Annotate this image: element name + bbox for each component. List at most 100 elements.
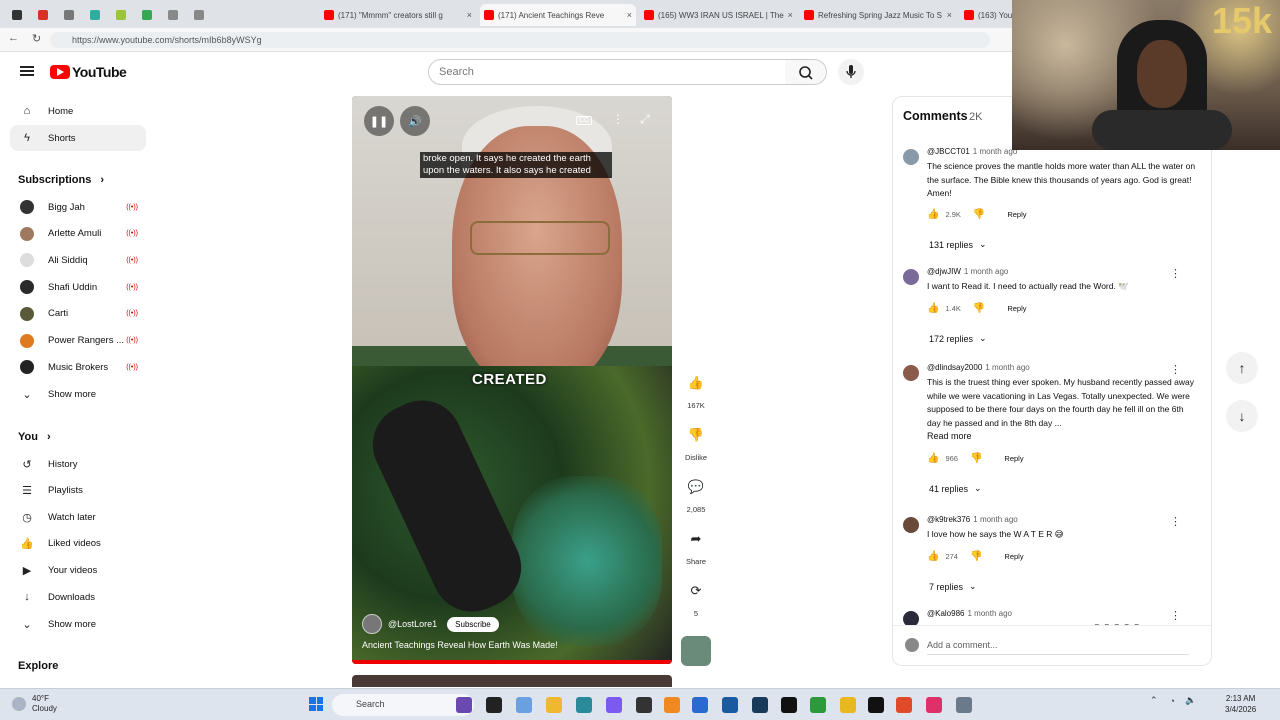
read-more-link[interactable]: Read more [927,431,972,441]
sidebar-item-liked-videos[interactable]: 👍 Liked videos [10,531,146,557]
voice-search-button[interactable] [838,59,864,85]
dislike-comment-icon[interactable]: 👎 [970,551,982,562]
like-comment-icon[interactable]: 👍 [927,551,939,562]
sound-thumbnail[interactable] [681,636,711,666]
browser-tab[interactable] [60,4,82,26]
windows-start-icon[interactable] [309,697,323,711]
youtube-logo-text[interactable]: YouTube [72,64,127,80]
volume-button[interactable]: 🔊 [400,106,430,136]
dislike-comment-icon[interactable]: 👎 [973,209,985,220]
previous-short-button[interactable]: ↑ [1226,352,1258,384]
channel-name[interactable]: @LostLore1 [388,619,437,629]
browser-tab[interactable]: (163) You× [960,4,1012,26]
view-replies-button[interactable]: 41 replies ⌄ [929,483,982,494]
steam2-icon[interactable] [752,697,768,713]
sidebar-item-playlists[interactable]: ☰ Playlists [10,478,146,504]
system-tray[interactable]: ⌃ ◔ 🔈 [1150,695,1196,706]
folder-icon[interactable] [546,697,562,713]
sidebar-item-home[interactable]: ⌂ Home [10,98,146,124]
like-comment-icon[interactable]: 👍 [927,209,939,220]
close-tab-icon[interactable]: × [463,10,472,20]
dislike-button[interactable]: 👎 [681,420,711,450]
sidebar-subscription[interactable]: Bigg Jah ((•)) [10,194,146,220]
browser-tab[interactable] [34,4,56,26]
sidebar-item-shorts[interactable]: ϟ Shorts [10,125,146,151]
commenter-avatar[interactable] [903,149,919,165]
fullscreen-icon[interactable]: ⤢ [640,112,650,127]
comment-menu-icon[interactable]: ⋮ [1170,515,1181,528]
add-comment-input[interactable]: Add a comment... [927,640,1189,655]
back-icon[interactable]: ← [8,32,19,44]
capcut-icon[interactable] [926,697,942,713]
reply-button[interactable]: Reply [1004,454,1023,463]
sidebar-subscription[interactable]: Ali Siddiq ((•)) [10,247,146,273]
browser-tab[interactable] [190,4,212,26]
view-replies-button[interactable]: 7 replies ⌄ [929,581,977,592]
commenter-avatar[interactable] [903,269,919,285]
rockstar-icon[interactable] [840,697,856,713]
store-icon[interactable] [692,697,708,713]
comment-menu-icon[interactable]: ⋮ [1170,363,1181,376]
short-video-player[interactable]: ❚❚ 🔊 CC ⋮ ⤢ broke open. It says he creat… [352,96,672,664]
video-progress-bar[interactable] [352,660,672,664]
browser-tab[interactable]: (171) Ancient Teachings Reve × [480,4,636,26]
youtube-logo-icon[interactable] [50,65,70,79]
browser-tab[interactable] [8,4,30,26]
comment-author[interactable]: @Kalo986 [927,609,964,618]
browser-tab[interactable] [86,4,108,26]
video-title[interactable]: Ancient Teachings Reveal How Earth Was M… [362,640,558,650]
show-more-button[interactable]: ⌄ Show more [10,611,146,637]
settings-icon[interactable] [956,697,972,713]
xbox-icon[interactable] [810,697,826,713]
channel-avatar[interactable] [362,614,382,634]
sidebar-subscription[interactable]: Shafi Uddin ((•)) [10,274,146,300]
comment-author[interactable]: @dlindsay2000 [927,363,982,372]
commenter-avatar[interactable] [903,365,919,381]
comment-author[interactable]: @JBCCT01 [927,147,970,156]
messenger-icon[interactable] [606,697,622,713]
pause-button[interactable]: ❚❚ [364,106,394,136]
comment-menu-icon[interactable]: ⋮ [1170,609,1181,622]
browser-tab[interactable]: (171) "Mmmm" creators still g × [320,4,476,26]
more-options-icon[interactable]: ⋮ [612,112,624,126]
next-short-preview[interactable] [352,675,672,687]
comment-menu-icon[interactable]: ⋮ [1170,267,1181,280]
tiktok-icon[interactable] [781,697,797,713]
search-input[interactable]: Search [428,59,786,85]
comment-author[interactable]: @djwJIW [927,267,961,276]
files-icon[interactable] [456,697,472,713]
subscribe-button[interactable]: Subscribe [447,616,499,632]
remix-button[interactable]: ⟳ [681,576,711,606]
comments-button[interactable]: 💬 [681,472,711,502]
sidebar-item-your-videos[interactable]: ▶ Your videos [10,557,146,583]
weather-widget[interactable]: 40°F Cloudy [12,694,57,714]
reply-button[interactable]: Reply [1007,210,1026,219]
chrome-icon[interactable] [896,697,912,713]
sidebar-subscription[interactable]: Carti ((•)) [10,301,146,327]
sidebar-subscription[interactable]: Arlette Amuli ((•)) [10,221,146,247]
reply-button[interactable]: Reply [1007,304,1026,313]
show-more-button[interactable]: ⌄ Show more [10,381,146,407]
like-comment-icon[interactable]: 👍 [927,453,939,464]
browser-tab[interactable]: (165) WW3 IRAN US ISRAEL | The × [640,4,796,26]
sidebar-subscription[interactable]: Music Brokers ((•)) [10,354,146,380]
vlc-icon[interactable] [664,697,680,713]
like-comment-icon[interactable]: 👍 [927,303,939,314]
commenter-avatar[interactable] [903,517,919,533]
close-tab-icon[interactable]: × [623,10,632,20]
like-button[interactable]: 👍 [681,368,711,398]
dislike-comment-icon[interactable]: 👎 [973,303,985,314]
view-replies-button[interactable]: 172 replies ⌄ [929,333,987,344]
browser-tab[interactable] [164,4,186,26]
next-short-button[interactable]: ↓ [1226,400,1258,432]
close-tab-icon[interactable]: × [943,10,952,20]
clock[interactable]: 2:13 AM 3/4/2026 [1225,693,1256,715]
url-input[interactable]: https://www.youtube.com/shorts/mIb6b8yWS… [50,32,990,48]
share-button[interactable]: ➦ [681,524,711,554]
copilot-icon[interactable] [516,697,532,713]
browser-tab[interactable] [112,4,134,26]
sidebar-item-downloads[interactable]: ↓ Downloads [10,584,146,610]
game-icon[interactable] [868,697,884,713]
steam-icon[interactable] [636,697,652,713]
dislike-comment-icon[interactable]: 👎 [970,453,982,464]
